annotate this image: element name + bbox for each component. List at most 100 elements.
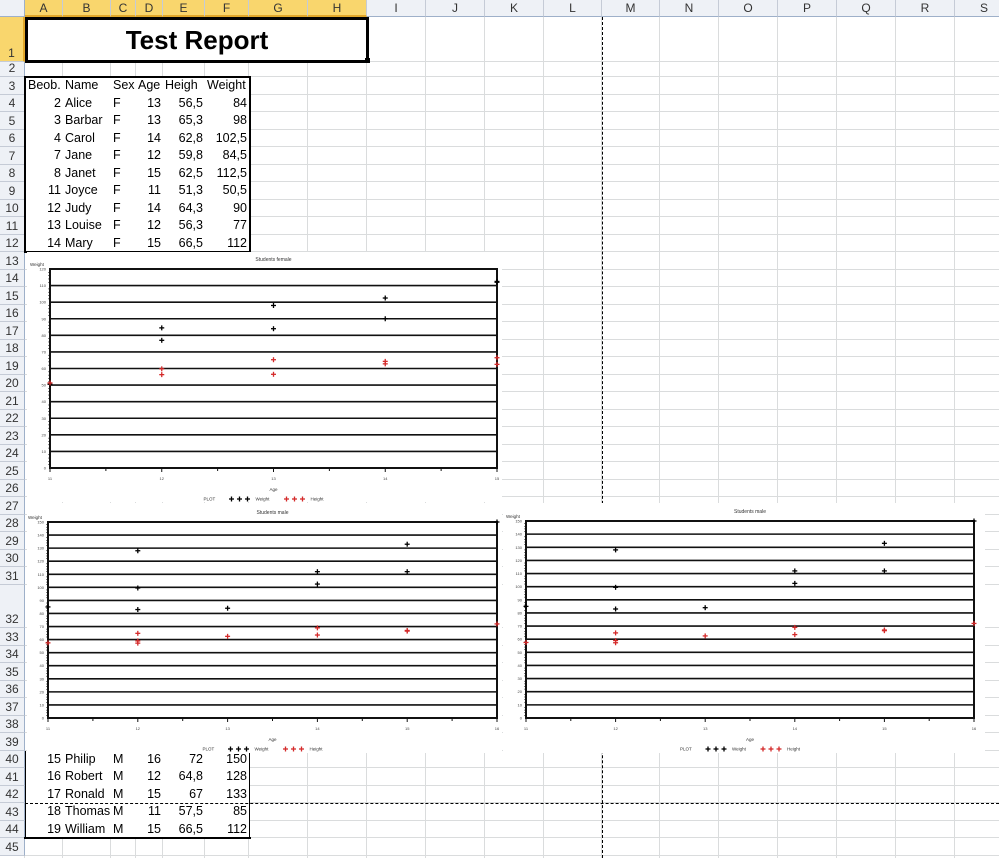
column-header-i[interactable]: I	[367, 0, 426, 17]
table-row-cell[interactable]: M	[111, 750, 137, 769]
table-row-cell[interactable]: Philip	[63, 750, 112, 769]
row-header-43[interactable]: 43	[0, 803, 25, 821]
column-header-e[interactable]: E	[163, 0, 205, 17]
table-row-cell[interactable]: 17	[25, 785, 64, 804]
row-header-9[interactable]: 9	[0, 182, 25, 200]
row-header-25[interactable]: 25	[0, 462, 25, 480]
row-header-29[interactable]: 29	[0, 532, 25, 550]
column-header-k[interactable]: K	[485, 0, 544, 17]
row-header-1[interactable]: 1	[0, 17, 25, 62]
y-tick-label: 10	[40, 702, 45, 707]
fill-handle[interactable]	[365, 58, 370, 63]
row-header-38[interactable]: 38	[0, 715, 25, 733]
table-row-cell[interactable]: Robert	[63, 768, 112, 787]
row-header-6[interactable]: 6	[0, 129, 25, 147]
row-header-41[interactable]: 41	[0, 768, 25, 786]
row-header-18[interactable]: 18	[0, 339, 25, 357]
row-header-36[interactable]: 36	[0, 680, 25, 698]
plot-area-frame	[525, 520, 975, 719]
row-header-34[interactable]: 34	[0, 645, 25, 663]
y-tick-label: 140	[37, 533, 44, 538]
table-row-cell[interactable]: 12	[136, 768, 164, 787]
column-header-b[interactable]: B	[63, 0, 111, 17]
column-header-f[interactable]: F	[205, 0, 249, 17]
row-header-15[interactable]: 15	[0, 287, 25, 305]
column-header-q[interactable]: Q	[837, 0, 896, 17]
table-row-cell[interactable]: 11	[136, 803, 164, 822]
chart-2[interactable]: Students male Weight 0 10 20 30 40 50 60 70 80 90 10…	[27, 503, 502, 753]
table-row-cell[interactable]: 133	[205, 785, 250, 804]
table-row-cell[interactable]: 128	[205, 768, 250, 787]
column-header-r[interactable]: R	[896, 0, 955, 17]
table-row-cell[interactable]: 85	[205, 803, 250, 822]
row-header-7[interactable]: 7	[0, 147, 25, 165]
row-header-39[interactable]: 39	[0, 733, 25, 751]
row-header-44[interactable]: 44	[0, 820, 25, 838]
column-header-p[interactable]: P	[778, 0, 837, 17]
row-header-30[interactable]: 30	[0, 549, 25, 567]
row-header-14[interactable]: 14	[0, 269, 25, 287]
column-header-d[interactable]: D	[136, 0, 163, 17]
row-header-2[interactable]: 2	[0, 61, 25, 77]
column-header-g[interactable]: G	[249, 0, 308, 17]
table-row-cell[interactable]: M	[111, 768, 137, 787]
row-header-23[interactable]: 23	[0, 427, 25, 445]
row-header-45[interactable]: 45	[0, 838, 25, 856]
table-row-cell[interactable]: 15	[136, 785, 164, 804]
column-header-o[interactable]: O	[719, 0, 778, 17]
table-row-cell[interactable]: 16	[25, 768, 64, 787]
column-header-s[interactable]: S	[955, 0, 999, 17]
table-row-cell[interactable]: Thomas	[63, 803, 112, 822]
table-row-cell[interactable]: 72	[163, 750, 206, 769]
column-header-l[interactable]: L	[544, 0, 602, 17]
row-header-37[interactable]: 37	[0, 698, 25, 716]
row-header-27[interactable]: 27	[0, 497, 25, 515]
table-row-cell[interactable]: 15	[25, 750, 64, 769]
row-header-8[interactable]: 8	[0, 164, 25, 182]
table-row-cell[interactable]: 16	[136, 750, 164, 769]
row-header-32[interactable]: 32	[0, 584, 25, 628]
column-header-c[interactable]: C	[111, 0, 136, 17]
column-header-n[interactable]: N	[660, 0, 719, 17]
row-header-33[interactable]: 33	[0, 628, 25, 646]
row-header-11[interactable]: 11	[0, 217, 25, 235]
row-header-4[interactable]: 4	[0, 94, 25, 112]
row-header-13[interactable]: 13	[0, 252, 25, 270]
table-row-cell[interactable]: 67	[163, 785, 206, 804]
row-header-16[interactable]: 16	[0, 304, 25, 322]
column-header-a[interactable]: A	[25, 0, 63, 17]
row-header-20[interactable]: 20	[0, 374, 25, 392]
row-header-42[interactable]: 42	[0, 785, 25, 803]
row-header-26[interactable]: 26	[0, 479, 25, 497]
x-tick-label: 11	[48, 476, 53, 481]
chart-3[interactable]: Students male Weight 0 10 20 30 40 50 60 70 80 90 10…	[503, 503, 985, 753]
table-row-cell[interactable]: 64,8	[163, 768, 206, 787]
row-header-12[interactable]: 12	[0, 234, 25, 252]
table-row-cell[interactable]: 150	[205, 750, 250, 769]
row-header-31[interactable]: 31	[0, 567, 25, 585]
row-header-3[interactable]: 3	[0, 77, 25, 95]
table-row-cell[interactable]: Ronald	[63, 785, 112, 804]
select-all-corner[interactable]	[0, 0, 25, 17]
row-header-28[interactable]: 28	[0, 514, 25, 532]
chart-1[interactable]: Students female Weight 0 10 20 30 40 50 60 70 80 90…	[27, 252, 502, 502]
table-row-cell[interactable]: M	[111, 785, 137, 804]
row-header-22[interactable]: 22	[0, 409, 25, 427]
y-tick-label: 110	[38, 572, 45, 577]
row-header-40[interactable]: 40	[0, 750, 25, 768]
y-tick-label: 130	[515, 545, 522, 550]
column-header-m[interactable]: M	[602, 0, 660, 17]
report-title-cell[interactable]: Test Report	[25, 17, 369, 63]
row-header-5[interactable]: 5	[0, 112, 25, 130]
column-header-j[interactable]: J	[426, 0, 485, 17]
table-row-cell[interactable]: 18	[25, 803, 64, 822]
table-row-cell[interactable]: 57,5	[163, 803, 206, 822]
table-row-cell[interactable]: M	[111, 803, 137, 822]
row-header-17[interactable]: 17	[0, 322, 25, 340]
row-header-21[interactable]: 21	[0, 392, 25, 410]
row-header-19[interactable]: 19	[0, 357, 25, 375]
row-header-10[interactable]: 10	[0, 199, 25, 217]
row-header-35[interactable]: 35	[0, 663, 25, 681]
column-header-h[interactable]: H	[308, 0, 367, 17]
row-header-24[interactable]: 24	[0, 444, 25, 462]
